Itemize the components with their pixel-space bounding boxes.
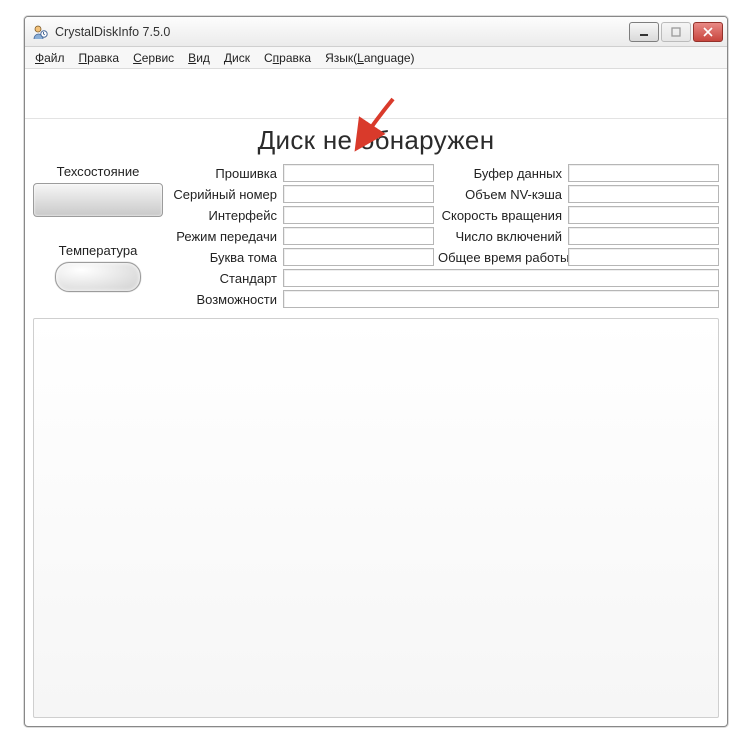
firmware-label: Прошивка [169, 166, 279, 181]
rpm-label: Скорость вращения [438, 208, 564, 223]
health-indicator [33, 183, 163, 217]
powercount-label: Число включений [438, 229, 564, 244]
menu-view[interactable]: Вид [184, 49, 214, 67]
transfer-value [283, 227, 434, 245]
info-panel: Техсостояние Температура Прошивка Буфер … [31, 164, 721, 314]
maximize-button[interactable] [661, 22, 691, 42]
firmware-value [283, 164, 434, 182]
menu-language[interactable]: Язык(Language) [321, 49, 418, 67]
features-value [283, 290, 719, 308]
menubar: Файл Правка Сервис Вид Диск Справка Язык… [25, 47, 727, 69]
nvcache-value [568, 185, 719, 203]
buffer-value [568, 164, 719, 182]
window-frame: CrystalDiskInfo 7.5.0 Файл Правка Сервис… [24, 16, 728, 727]
rpm-value [568, 206, 719, 224]
driveletter-value [283, 248, 434, 266]
driveletter-label: Буква тома [169, 250, 279, 265]
health-label: Техсостояние [33, 164, 163, 179]
content-area: Диск не обнаружен Техсостояние Температу… [25, 119, 727, 726]
serial-value [283, 185, 434, 203]
disk-fields: Прошивка Буфер данных Серийный номер Объ… [169, 164, 719, 308]
smart-table-area [33, 318, 719, 718]
interface-label: Интерфейс [169, 208, 279, 223]
toolbar-strip [25, 69, 727, 119]
transfer-label: Режим передачи [169, 229, 279, 244]
window-controls [629, 22, 723, 42]
window-root: CrystalDiskInfo 7.5.0 Файл Правка Сервис… [0, 0, 752, 751]
titlebar[interactable]: CrystalDiskInfo 7.5.0 [25, 17, 727, 47]
interface-value [283, 206, 434, 224]
app-icon [31, 23, 49, 41]
minimize-button[interactable] [629, 22, 659, 42]
powerhours-value [568, 248, 719, 266]
menu-service[interactable]: Сервис [129, 49, 178, 67]
temperature-label: Температура [33, 243, 163, 258]
standard-value [283, 269, 719, 287]
standard-label: Стандарт [169, 271, 279, 286]
buffer-label: Буфер данных [438, 166, 564, 181]
close-button[interactable] [693, 22, 723, 42]
status-column: Техсостояние Температура [33, 164, 163, 308]
features-label: Возможности [169, 292, 279, 307]
menu-file[interactable]: Файл [31, 49, 69, 67]
nvcache-label: Объем NV-кэша [438, 187, 564, 202]
menu-disk[interactable]: Диск [220, 49, 254, 67]
powercount-value [568, 227, 719, 245]
menu-edit[interactable]: Правка [75, 49, 124, 67]
serial-label: Серийный номер [169, 187, 279, 202]
menu-help[interactable]: Справка [260, 49, 315, 67]
powerhours-label: Общее время работы [438, 250, 564, 265]
temperature-indicator [55, 262, 141, 292]
window-title: CrystalDiskInfo 7.5.0 [55, 25, 629, 39]
status-headline: Диск не обнаружен [31, 125, 721, 156]
